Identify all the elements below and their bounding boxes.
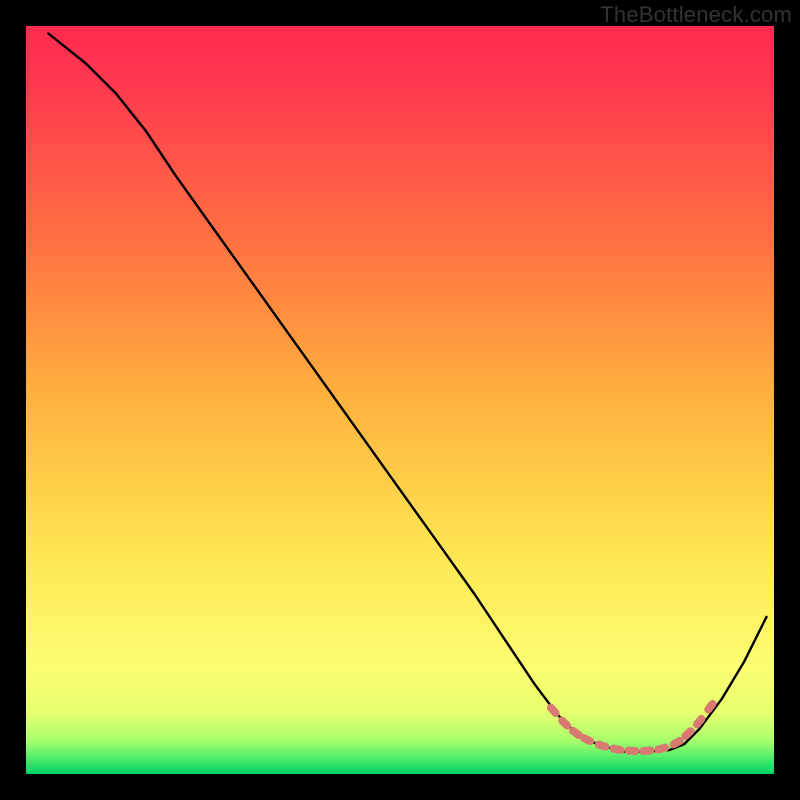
chart-container: { "watermark": "TheBottleneck.com", "col…: [0, 0, 800, 800]
plot-area: [26, 26, 774, 774]
watermark-text: TheBottleneck.com: [600, 2, 792, 28]
sweet-spot-dot: [624, 746, 639, 755]
bottleneck-chart: [0, 0, 800, 800]
sweet-spot-dot: [639, 746, 655, 755]
